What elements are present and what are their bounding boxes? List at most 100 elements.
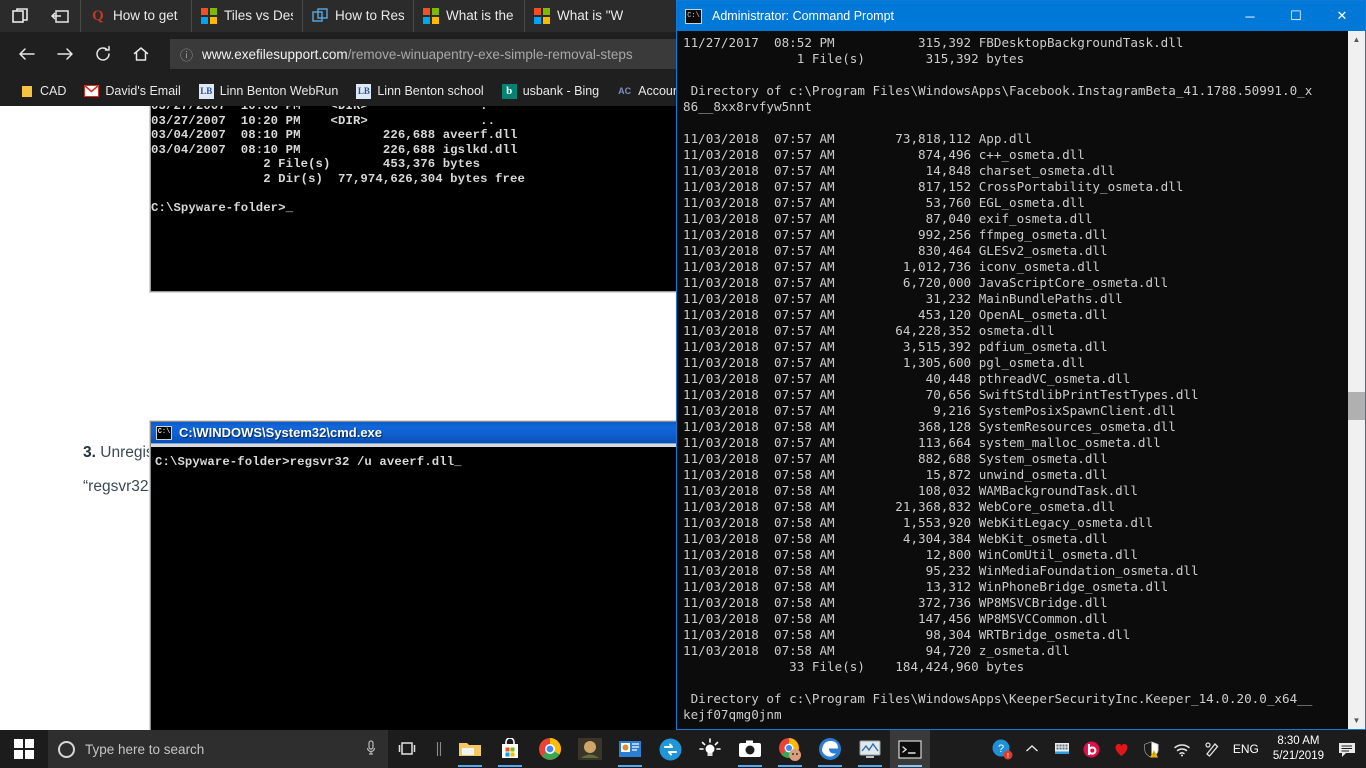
gmail-icon	[84, 84, 100, 99]
tab-preview-button[interactable]	[0, 0, 40, 32]
taskbar-app-chrome-profile[interactable]	[770, 730, 810, 768]
url-host: www.exefilesupport.com	[202, 46, 348, 62]
action-center-icon[interactable]	[1332, 730, 1362, 768]
bookmark-linn-benton-school[interactable]: LB Linn Benton school	[347, 83, 492, 99]
bookmark-cad[interactable]: CAD	[10, 84, 75, 99]
windows-security-warning-icon[interactable]: !	[1137, 730, 1167, 768]
wifi-icon[interactable]	[1167, 730, 1197, 768]
window-title: Administrator: Command Prompt	[712, 9, 895, 23]
svg-text:?: ?	[998, 743, 1004, 755]
command-prompt-titlebar[interactable]: C:\ Administrator: Command Prompt ─ ☐ ✕	[677, 1, 1365, 31]
scroll-down-icon[interactable]: ▼	[1348, 712, 1365, 729]
taskbar-app-microsoft-store[interactable]	[490, 730, 530, 768]
taskbar-app-game[interactable]	[570, 730, 610, 768]
bookmark-usbank-bing[interactable]: b usbank - Bing	[493, 83, 608, 99]
help-alert-icon[interactable]: ?!	[987, 730, 1017, 768]
taskbar-app-sync[interactable]	[650, 730, 690, 768]
running-indicator	[738, 765, 762, 767]
show-hidden-icons-icon[interactable]	[1017, 730, 1047, 768]
pen-icon[interactable]	[1197, 730, 1227, 768]
article-image-regsvr32: C:\ C:\WINDOWS\System32\cmd.exe C:\Spywa…	[150, 421, 710, 730]
folder-icon	[19, 84, 34, 99]
clock[interactable]: 8:30 AM 5/21/2019	[1265, 734, 1332, 764]
tab-how-to-reset-f[interactable]: How to Reset F	[302, 0, 413, 32]
step-number: 3.	[83, 444, 96, 461]
beats-audio-icon[interactable]	[1077, 730, 1107, 768]
search-placeholder: Type here to search	[85, 741, 205, 757]
windows-tiles-icon	[312, 8, 328, 24]
maximize-button[interactable]: ☐	[1273, 1, 1319, 31]
taskbar-app-file-explorer[interactable]	[450, 730, 490, 768]
windows-start-icon	[14, 739, 34, 759]
site-info-icon[interactable]: ⓘ	[180, 45, 193, 64]
forward-icon[interactable]	[46, 37, 84, 71]
embedded-cmd-title-label: C:\WINDOWS\System32\cmd.exe	[179, 425, 383, 440]
embedded-cmd-body: C:\Spyware-folder>regsvr32 /u aveerf.dll…	[151, 444, 709, 730]
start-button[interactable]	[0, 730, 48, 768]
running-indicator	[458, 765, 482, 767]
set-tabs-aside-button[interactable]	[40, 0, 80, 32]
tab-label: How to get my	[113, 8, 182, 23]
bookmark-linn-benton-webrun[interactable]: LB Linn Benton WebRun	[190, 83, 348, 99]
tab-tiles-vs-desktop[interactable]: Tiles vs Desktop	[191, 0, 302, 32]
command-prompt-window: C:\ Administrator: Command Prompt ─ ☐ ✕ …	[676, 0, 1366, 730]
refresh-icon[interactable]	[84, 37, 122, 71]
url-path: /remove-winuapentry-exe-simple-removal-s…	[347, 46, 633, 62]
tab-what-is-the-pro[interactable]: What is the Pro	[413, 0, 524, 32]
cmd-icon: C:\	[685, 8, 702, 24]
tab-label: What is "W	[557, 8, 624, 23]
scrollbar-track[interactable]	[1348, 48, 1365, 712]
running-indicator	[858, 765, 882, 767]
taskbar-divider	[428, 730, 450, 768]
cmd-icon: C:\	[156, 425, 172, 440]
ac-icon: AC	[618, 86, 632, 96]
bookmark-label: David's Email	[105, 84, 181, 98]
taskbar-app-monitor[interactable]	[850, 730, 890, 768]
svg-text:!: !	[1007, 753, 1009, 760]
scrollbar-thumb[interactable]	[1348, 392, 1365, 420]
console-output-text: 11/27/2017 08:52 PM 315,392 FBDesktopBac…	[683, 35, 1313, 722]
tab-what-is-w[interactable]: What is "W	[524, 0, 635, 32]
back-icon[interactable]	[8, 37, 46, 71]
taskbar-app-command-prompt[interactable]	[890, 730, 930, 768]
clock-date: 5/21/2019	[1272, 750, 1324, 762]
touch-keyboard-icon[interactable]	[1047, 730, 1077, 768]
taskbar-app-google-chrome[interactable]	[530, 730, 570, 768]
console-output-area[interactable]: 11/27/2017 08:52 PM 315,392 FBDesktopBac…	[677, 31, 1365, 729]
language-indicator[interactable]: ENG	[1227, 742, 1265, 756]
lb-icon: LB	[356, 83, 372, 99]
article-image-dir-listing: 03/27/2007 10:08 PM <DIR> . 03/27/2007 1…	[150, 106, 710, 292]
bing-icon: b	[501, 83, 517, 99]
running-indicator	[778, 765, 802, 767]
svg-text:!: !	[1154, 752, 1155, 758]
console-scrollbar[interactable]: ▲ ▼	[1348, 31, 1365, 729]
tab-label: What is the Pro	[446, 8, 515, 23]
taskbar-app-microsoft-edge[interactable]	[810, 730, 850, 768]
scroll-up-icon[interactable]: ▲	[1348, 31, 1365, 48]
heart-icon[interactable]	[1107, 730, 1137, 768]
cortana-icon	[58, 740, 75, 758]
tab-label: How to Reset F	[335, 8, 404, 23]
bookmark-label: CAD	[40, 84, 67, 98]
microphone-icon[interactable]	[364, 739, 378, 760]
close-button[interactable]: ✕	[1319, 1, 1365, 31]
minimize-button[interactable]: ─	[1227, 1, 1273, 31]
bookmark-davids-email[interactable]: David's Email	[75, 84, 189, 99]
tab-how-to-get-my[interactable]: Q How to get my	[80, 0, 191, 32]
bookmark-label: Linn Benton school	[377, 84, 484, 98]
taskbar-app-camera[interactable]	[730, 730, 770, 768]
clock-time: 8:30 AM	[1277, 735, 1320, 747]
lb-icon: LB	[198, 83, 214, 99]
task-view-icon[interactable]	[388, 730, 428, 768]
system-tray: ?! ! ENG 8:30 AM 5/21/2019	[987, 730, 1366, 768]
search-input[interactable]: Type here to search	[48, 730, 388, 768]
microsoft-icon	[423, 8, 439, 24]
taskbar-app-idea-lightbulb[interactable]	[690, 730, 730, 768]
microsoft-icon	[201, 8, 217, 24]
console-output-text: 03/27/2007 10:08 PM <DIR> . 03/27/2007 1…	[151, 106, 525, 215]
bookmark-label: Linn Benton WebRun	[219, 84, 339, 98]
home-icon[interactable]	[122, 37, 160, 71]
taskbar-app-powerpoint[interactable]	[610, 730, 650, 768]
microsoft-icon	[534, 8, 550, 24]
running-indicator	[618, 765, 642, 767]
